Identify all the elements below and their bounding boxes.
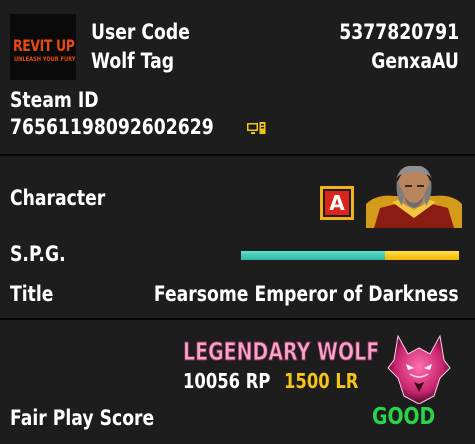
character-label: Character [10, 186, 106, 210]
logo-text: REVIT UP [13, 36, 75, 55]
steam-id-label: Steam ID [10, 88, 99, 112]
character-portrait-icon[interactable] [366, 165, 462, 228]
identity-section: REVIT UP UNLEASH YOUR FURY User Code 537… [0, 0, 475, 154]
player-card: REVIT UP UNLEASH YOUR FURY User Code 537… [0, 0, 475, 444]
steam-id-value: 76561198092602629 [10, 115, 214, 139]
team-logo: REVIT UP UNLEASH YOUR FURY [10, 14, 76, 80]
wolf-emblem-icon [384, 334, 454, 405]
rp-value: 10056 RP [183, 369, 271, 393]
pc-icon [247, 121, 267, 135]
lr-value: 1500 LR [284, 369, 359, 393]
fair-play-value: GOOD [372, 404, 436, 430]
wolf-tag-label: Wolf Tag [91, 49, 175, 73]
spg-bar [241, 251, 459, 260]
rank-badge: A [320, 186, 354, 220]
title-label: Title [10, 282, 54, 306]
rank-badge-letter: A [325, 191, 349, 215]
user-code-label: User Code [91, 20, 190, 44]
title-value: Fearsome Emperor of Darkness [154, 282, 459, 306]
spg-bar-fill [241, 251, 385, 260]
wolf-tag-value: GenxaAU [371, 49, 459, 73]
rank-name: LEGENDARY WOLF [183, 337, 380, 367]
spg-bar-remainder [385, 251, 459, 260]
fair-play-label: Fair Play Score [10, 406, 155, 430]
spg-label: S.P.G. [10, 242, 66, 266]
logo-tagline: UNLEASH YOUR FURY [14, 56, 76, 63]
user-code-value: 5377820791 [339, 20, 459, 44]
